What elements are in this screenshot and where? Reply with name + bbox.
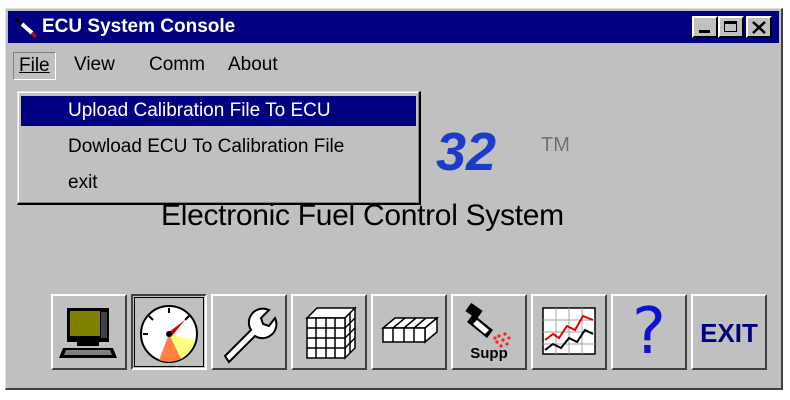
upload-calibration-label: Upload Calibration File To ECU: [68, 100, 331, 121]
title-bar[interactable]: ECU System Console: [8, 11, 779, 43]
computer-icon: [59, 308, 117, 358]
syringe-icon: [14, 16, 38, 39]
menu-view[interactable]: View: [69, 52, 120, 78]
window-title: ECU System Console: [42, 16, 236, 37]
close-button[interactable]: [746, 16, 772, 38]
close-icon: [752, 21, 766, 34]
menu-bar: File View Comm About: [8, 47, 779, 81]
maximize-button[interactable]: [718, 16, 744, 38]
line-chart-icon: [542, 307, 596, 355]
file-menu-dropdown: Upload Calibration File To ECU Dowload E…: [17, 91, 421, 205]
menu-about[interactable]: About: [223, 52, 283, 78]
menu-view-label: View: [74, 54, 115, 75]
grid-flat-icon: [380, 316, 440, 344]
minimize-icon: [699, 30, 710, 33]
download-ecu-item[interactable]: Dowload ECU To Calibration File: [21, 132, 416, 162]
maximize-icon: [724, 21, 737, 32]
map-2d-button[interactable]: [371, 294, 447, 370]
product-logo: 32: [436, 122, 497, 182]
exit-menu-label: exit: [68, 172, 98, 193]
supplemental-button[interactable]: Supp: [451, 294, 527, 370]
supplemental-label: Supp: [470, 345, 508, 362]
computer-button[interactable]: [51, 294, 127, 370]
main-window: ECU System Console File View Comm About …: [5, 8, 783, 390]
help-button[interactable]: ?: [611, 294, 687, 370]
wrench-button[interactable]: [211, 294, 287, 370]
exit-icon: EXIT: [700, 318, 758, 348]
gauge-icon: [140, 305, 198, 363]
grid-3d-icon: [305, 306, 357, 360]
menu-comm[interactable]: Comm: [144, 52, 210, 78]
gauge-button[interactable]: [131, 294, 207, 370]
map-3d-button[interactable]: [291, 294, 367, 370]
exit-button[interactable]: EXIT: [691, 294, 767, 370]
chart-button[interactable]: [531, 294, 607, 370]
wrench-icon: [223, 307, 278, 364]
menu-about-label: About: [228, 54, 278, 75]
trademark-symbol: TM: [541, 134, 570, 156]
menu-file-label: File: [19, 55, 50, 76]
menu-comm-label: Comm: [149, 54, 205, 75]
upload-calibration-item[interactable]: Upload Calibration File To ECU: [21, 96, 416, 126]
help-icon: ?: [632, 295, 666, 369]
exit-menu-item[interactable]: exit: [21, 168, 416, 198]
download-ecu-label: Dowload ECU To Calibration File: [68, 136, 345, 157]
menu-file[interactable]: File: [13, 52, 56, 80]
minimize-button[interactable]: [692, 16, 718, 38]
